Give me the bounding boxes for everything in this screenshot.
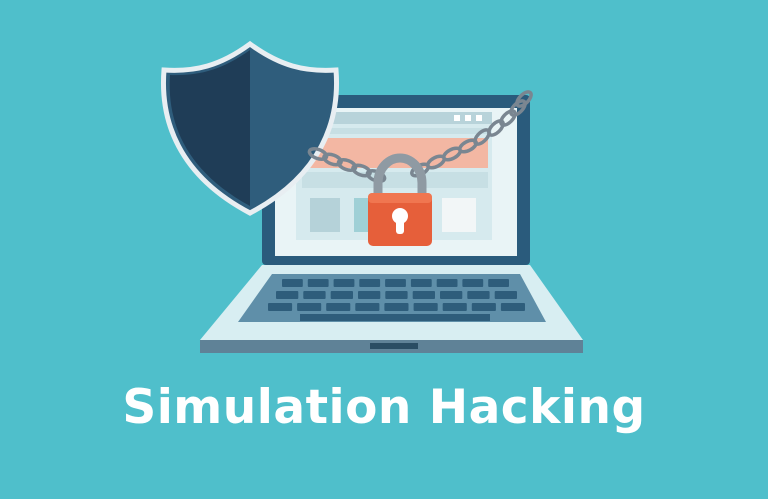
keyboard-key: [326, 303, 351, 311]
keyboard-key: [333, 279, 355, 287]
keyboard-key: [385, 279, 406, 287]
keyboard-key: [282, 279, 303, 287]
keyboard-key: [440, 291, 463, 299]
keyboard-key: [359, 279, 381, 287]
keyboard-key: [276, 291, 299, 299]
trackpad-notch: [370, 343, 418, 349]
keyboard-spacebar: [300, 314, 490, 321]
keyboard-key: [413, 303, 438, 311]
keyboard-key: [471, 303, 496, 311]
keyboard-key: [330, 291, 353, 299]
keyboard-key: [358, 291, 381, 299]
keyboard-key: [384, 303, 409, 311]
keyboard-key: [410, 279, 432, 287]
keyboard-key: [467, 291, 490, 299]
keyboard-key: [442, 303, 467, 311]
keyboard-key: [385, 291, 408, 299]
keyboard-key: [355, 303, 380, 311]
keyboard-key: [268, 303, 293, 311]
keyboard-key: [412, 291, 435, 299]
keyboard-key: [462, 279, 484, 287]
keyboard-key: [436, 279, 458, 287]
keyboard-key: [297, 303, 322, 311]
keyboard-key: [307, 279, 329, 287]
keyboard-key: [500, 303, 525, 311]
keyboard-key: [494, 291, 517, 299]
keyboard-key: [488, 279, 509, 287]
keyboard-key: [303, 291, 326, 299]
banner-title: Simulation Hacking: [122, 380, 646, 435]
